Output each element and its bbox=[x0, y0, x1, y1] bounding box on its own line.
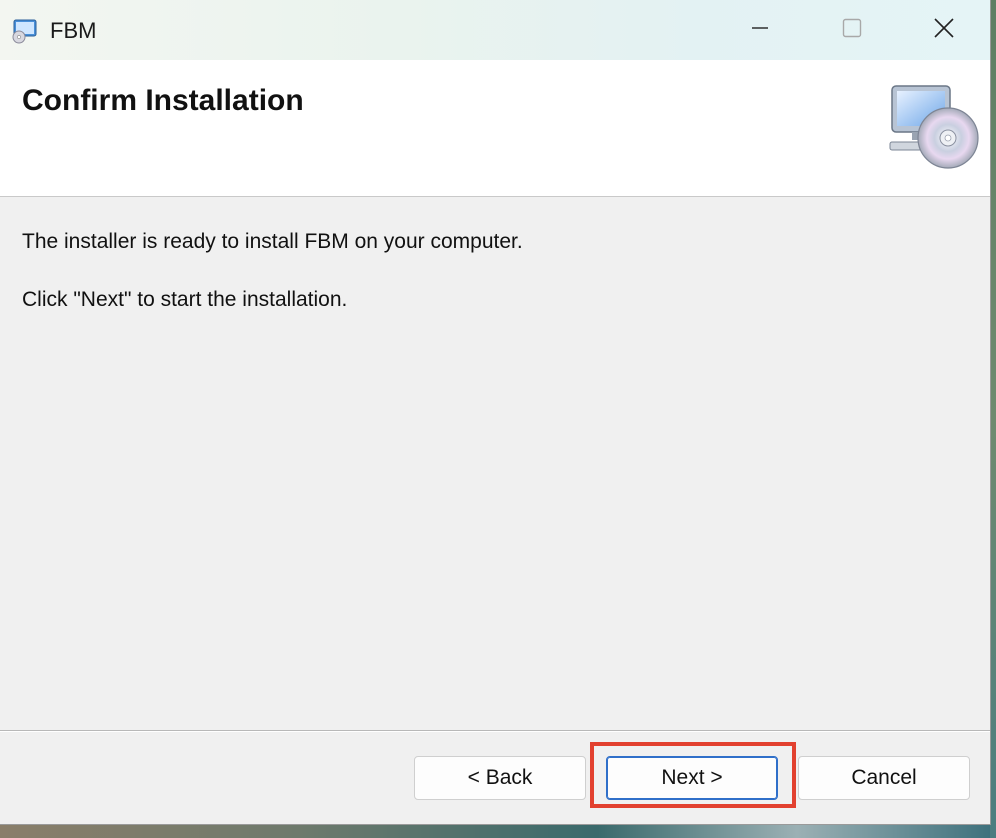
back-button[interactable]: < Back bbox=[414, 756, 586, 800]
close-icon bbox=[933, 17, 955, 44]
desktop-wallpaper-bottom bbox=[0, 824, 996, 838]
wizard-header: Confirm Installation bbox=[0, 60, 990, 197]
desktop-wallpaper-right bbox=[990, 0, 996, 838]
minimize-icon bbox=[750, 18, 770, 43]
installer-window: FBM Confirm Installation The installer i… bbox=[0, 0, 990, 824]
maximize-button[interactable] bbox=[806, 0, 898, 60]
maximize-icon bbox=[842, 18, 862, 43]
window-title: FBM bbox=[50, 18, 97, 43]
ready-message: The installer is ready to install FBM on… bbox=[22, 230, 523, 253]
cancel-button[interactable]: Cancel bbox=[798, 756, 970, 800]
instruction-message: Click "Next" to start the installation. bbox=[22, 288, 348, 311]
minimize-button[interactable] bbox=[714, 0, 806, 60]
next-button[interactable]: Next > bbox=[606, 756, 778, 800]
installer-monitor-cd-icon bbox=[10, 18, 38, 44]
footer-divider bbox=[0, 730, 990, 732]
title-bar[interactable]: FBM bbox=[0, 0, 990, 60]
page-title: Confirm Installation bbox=[22, 84, 304, 117]
close-button[interactable] bbox=[898, 0, 990, 60]
computer-with-cd-icon bbox=[884, 84, 980, 172]
